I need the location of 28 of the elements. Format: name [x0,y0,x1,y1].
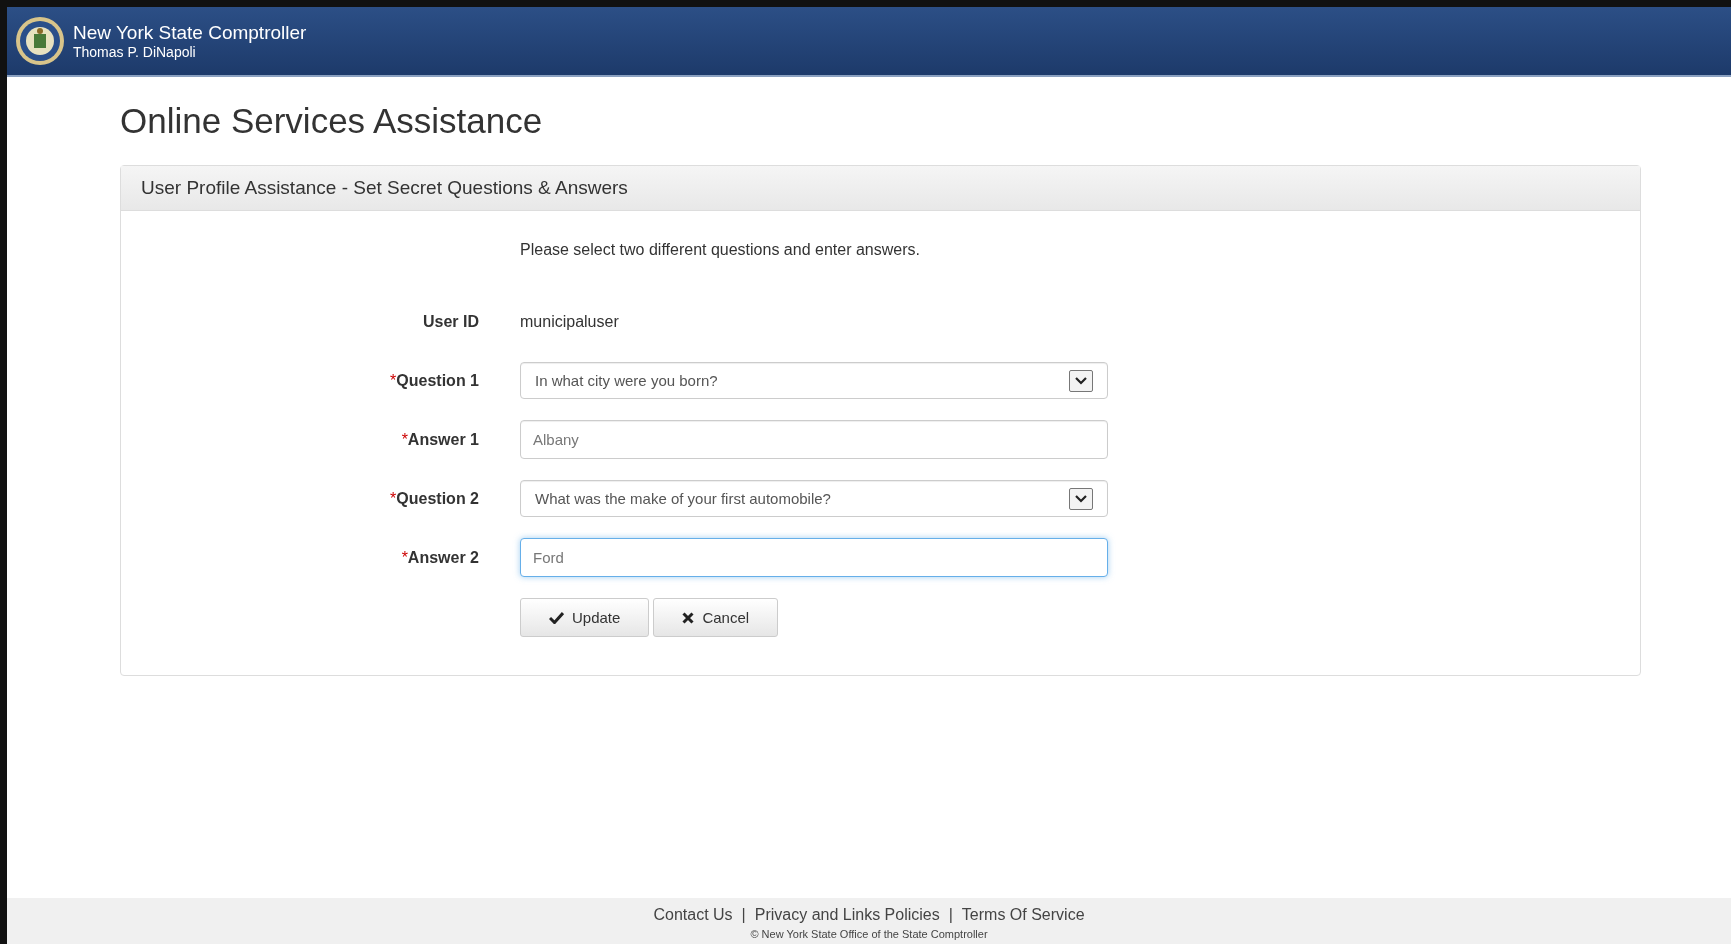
chevron-down-icon [1069,369,1093,392]
footer-link[interactable]: Contact Us [653,906,733,924]
field-label: *Answer 2 [400,548,479,567]
user-id-value: municipaluser [520,311,620,332]
field-label: *Answer 1 [400,430,479,449]
panel-title: User Profile Assistance - Set Secret Questions & Answers [121,166,1640,211]
update-button[interactable]: Update [520,598,650,637]
seal-logo [15,16,65,66]
field-label: *Question 2 [389,489,479,508]
close-icon [682,611,695,624]
question-dropdown[interactable]: What was the make of your first automobile? [520,480,1108,517]
footer-link[interactable]: Privacy and Links Policies [754,906,940,924]
answer-field[interactable]: Ford [520,538,1108,577]
cancel-button[interactable]: Cancel [653,598,779,637]
checkmark-icon [549,611,564,624]
link-separator: | [741,906,746,924]
field-label: User ID [421,312,479,331]
chevron-down-icon [1069,487,1093,510]
copyright-text: © New York State Office of the State Comptroller [750,928,988,940]
link-separator: | [948,906,953,924]
page-title: Online Services Assistance [120,101,544,141]
instructions: Please select two different questions and enter answers. [520,241,921,259]
question-dropdown[interactable]: In what city were you born? [520,362,1108,399]
site-subtitle: Thomas P. DiNapoli [73,44,197,60]
field-label: *Question 1 [389,371,479,390]
footer-link[interactable]: Terms Of Service [961,906,1085,924]
answer-field[interactable]: Albany [520,420,1108,459]
site-title: New York State Comptroller [73,22,307,44]
